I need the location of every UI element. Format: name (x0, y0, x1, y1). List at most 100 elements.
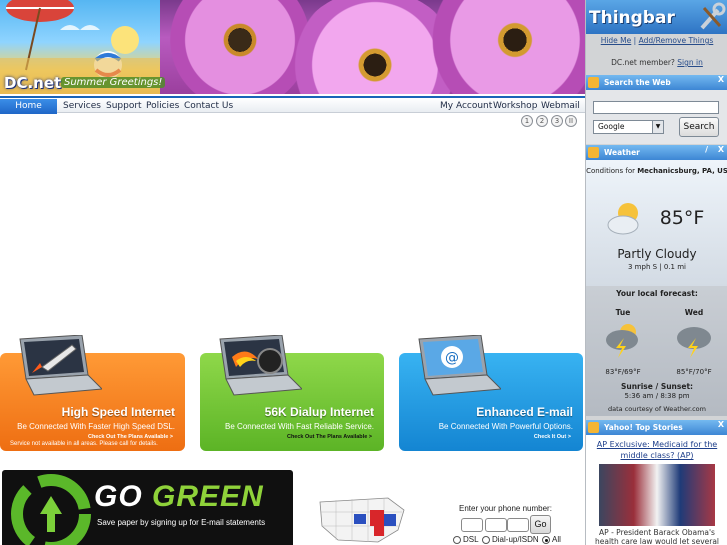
radio-all[interactable] (542, 536, 550, 544)
web-search-input[interactable] (593, 101, 719, 114)
news-caption: AP - President Barack Obama's health car… (594, 528, 720, 545)
search-panel-icon (588, 77, 599, 88)
close-icon[interactable]: X (718, 75, 724, 84)
promo-title: 56K Dialup Internet (264, 405, 374, 419)
radio-dialup[interactable] (482, 536, 490, 544)
page: DC.net Summer Greetings! Home Services S… (0, 0, 727, 545)
promo-note: Service not available in all areas. Plea… (10, 441, 158, 447)
forecast-label: Your local forecast: (616, 289, 698, 298)
news-headline-link[interactable]: AP Exclusive: Medicaid for the middle cl… (586, 439, 727, 461)
sign-in-link[interactable]: Sign in (677, 58, 703, 67)
promo-tagline: Be Connected With Faster High Speed DSL. (17, 422, 175, 431)
site-logo[interactable]: DC.net (4, 74, 61, 92)
thingbar-links: Hide Me | Add/Remove Things (600, 36, 714, 45)
flower-image (170, 0, 310, 94)
laptop-flame-wheel-icon (219, 335, 302, 396)
thingbar-title: Thingbar (589, 8, 675, 28)
thingbar-header: Thingbar (586, 0, 727, 34)
promo-high-speed[interactable]: High Speed Internet Be Connected With Fa… (0, 335, 185, 451)
thingbar-sidebar: Thingbar Hide Me | Add/Remove Things DC.… (585, 0, 727, 545)
current-condition: Partly Cloudy (617, 247, 697, 261)
web-search-button[interactable]: Search (679, 117, 719, 137)
phone-go-button[interactable]: Go (530, 515, 551, 534)
forecast-temps: 85°F/70°F (676, 368, 712, 376)
conditions-prefix: Conditions for (586, 167, 635, 175)
location-name: Mechanicsburg, PA, US (637, 167, 727, 175)
weather-credit[interactable]: data courtesy of Weather.com (586, 405, 727, 413)
nav-policies[interactable]: Policies (146, 99, 179, 114)
thunderstorm-icon (677, 327, 711, 358)
promo-link[interactable]: Check It Out > (534, 434, 571, 440)
close-icon[interactable]: X (718, 420, 724, 429)
recycle-icon (11, 474, 91, 545)
coverage-map[interactable] (318, 496, 406, 545)
search-engine-select[interactable]: Google ▼ (593, 120, 664, 134)
promo-tagline: Be Connected With Powerful Options. (438, 422, 573, 431)
nav-my-account[interactable]: My Account (440, 99, 492, 114)
sun-times: 5:36 am / 8:38 pm (624, 392, 690, 400)
weather-panel-title: Weather (604, 148, 640, 157)
promo-link[interactable]: Check Out The Plans Available > (287, 434, 372, 440)
sun-label: Sunrise / Sunset: (620, 382, 694, 391)
main-nav: Home Services Support Policies Contact U… (0, 96, 585, 114)
nav-webmail[interactable]: Webmail (541, 99, 580, 114)
news-panel-header: Yahoo! Top Stories X (586, 420, 727, 435)
slider-pause-button[interactable]: II (565, 115, 577, 127)
promo-link[interactable]: Check Out The Plans Available > (88, 434, 173, 440)
go-green-banner[interactable]: GO GREEN Save paper by signing up for E-… (2, 470, 293, 545)
header-banner: DC.net Summer Greetings! (0, 0, 585, 94)
promo-title: High Speed Internet (61, 405, 175, 419)
promo-email[interactable]: @ Enhanced E-mail Be Connected With Powe… (399, 335, 583, 451)
partly-cloudy-icon (607, 203, 639, 235)
forecast-day: Tue (615, 308, 631, 317)
summer-greeting: Summer Greetings! (61, 77, 166, 88)
nav-support[interactable]: Support (106, 99, 142, 114)
area-code-input[interactable] (461, 518, 483, 532)
go-word: GO (94, 480, 143, 513)
edit-location-icon[interactable]: / (705, 145, 708, 154)
wind-visibility: 3 mph S | 0.1 mi (628, 263, 686, 271)
green-word: GREEN (152, 480, 264, 513)
news-photo[interactable] (599, 464, 715, 526)
nav-contact[interactable]: Contact Us (184, 99, 233, 114)
nav-services[interactable]: Services (63, 99, 101, 114)
nav-home[interactable]: Home (0, 99, 57, 114)
news-panel-icon (588, 422, 599, 433)
radio-dsl-label: DSL (463, 535, 479, 544)
go-green-subtitle: Save paper by signing up for E-mail stat… (97, 518, 266, 527)
promo-tagline: Be Connected With Fast Reliable Service. (225, 422, 374, 431)
member-prompt: DC.net member? (611, 58, 675, 67)
phone-prefix-input[interactable] (485, 518, 507, 532)
radio-dialup-label: Dial-up/ISDN (492, 535, 539, 544)
phone-line-input[interactable] (507, 518, 529, 532)
add-remove-things-link[interactable]: Add/Remove Things (639, 36, 714, 45)
phone-lookup-label: Enter your phone number: (459, 504, 552, 513)
slide-2-button[interactable]: 2 (536, 115, 548, 127)
promo-title: Enhanced E-mail (476, 405, 573, 419)
svg-text:@: @ (445, 350, 459, 366)
weather-panel-header: Weather / X (586, 145, 727, 160)
radio-dsl[interactable] (453, 536, 461, 544)
forecast-day: Wed (684, 308, 704, 317)
tools-icon (700, 2, 726, 30)
flower-image (430, 0, 585, 94)
search-panel-header: Search the Web X (586, 75, 727, 90)
search-engine-value: Google (598, 122, 625, 131)
laptop-email-icon: @ (418, 335, 501, 396)
search-panel-title: Search the Web (604, 78, 671, 87)
weather-panel-icon (588, 147, 599, 158)
go-green-headline: GO GREEN (94, 480, 264, 514)
chevron-down-icon: ▼ (652, 121, 663, 133)
member-signin: DC.net member? Sign in (586, 58, 727, 67)
slide-3-button[interactable]: 3 (551, 115, 563, 127)
close-icon[interactable]: X (718, 145, 724, 154)
current-temp: 85°F (659, 207, 705, 229)
slide-1-button[interactable]: 1 (521, 115, 533, 127)
nav-workshop[interactable]: Workshop (493, 99, 537, 114)
thunderstorm-icon (606, 324, 638, 358)
radio-all-label: All (552, 535, 561, 544)
hide-thingbar-link[interactable]: Hide Me (601, 36, 632, 45)
forecast-temps: 83°F/69°F (605, 368, 641, 376)
weather-location: Conditions for Mechanicsburg, PA, US (586, 166, 727, 176)
promo-dialup[interactable]: 56K Dialup Internet Be Connected With Fa… (200, 335, 384, 451)
